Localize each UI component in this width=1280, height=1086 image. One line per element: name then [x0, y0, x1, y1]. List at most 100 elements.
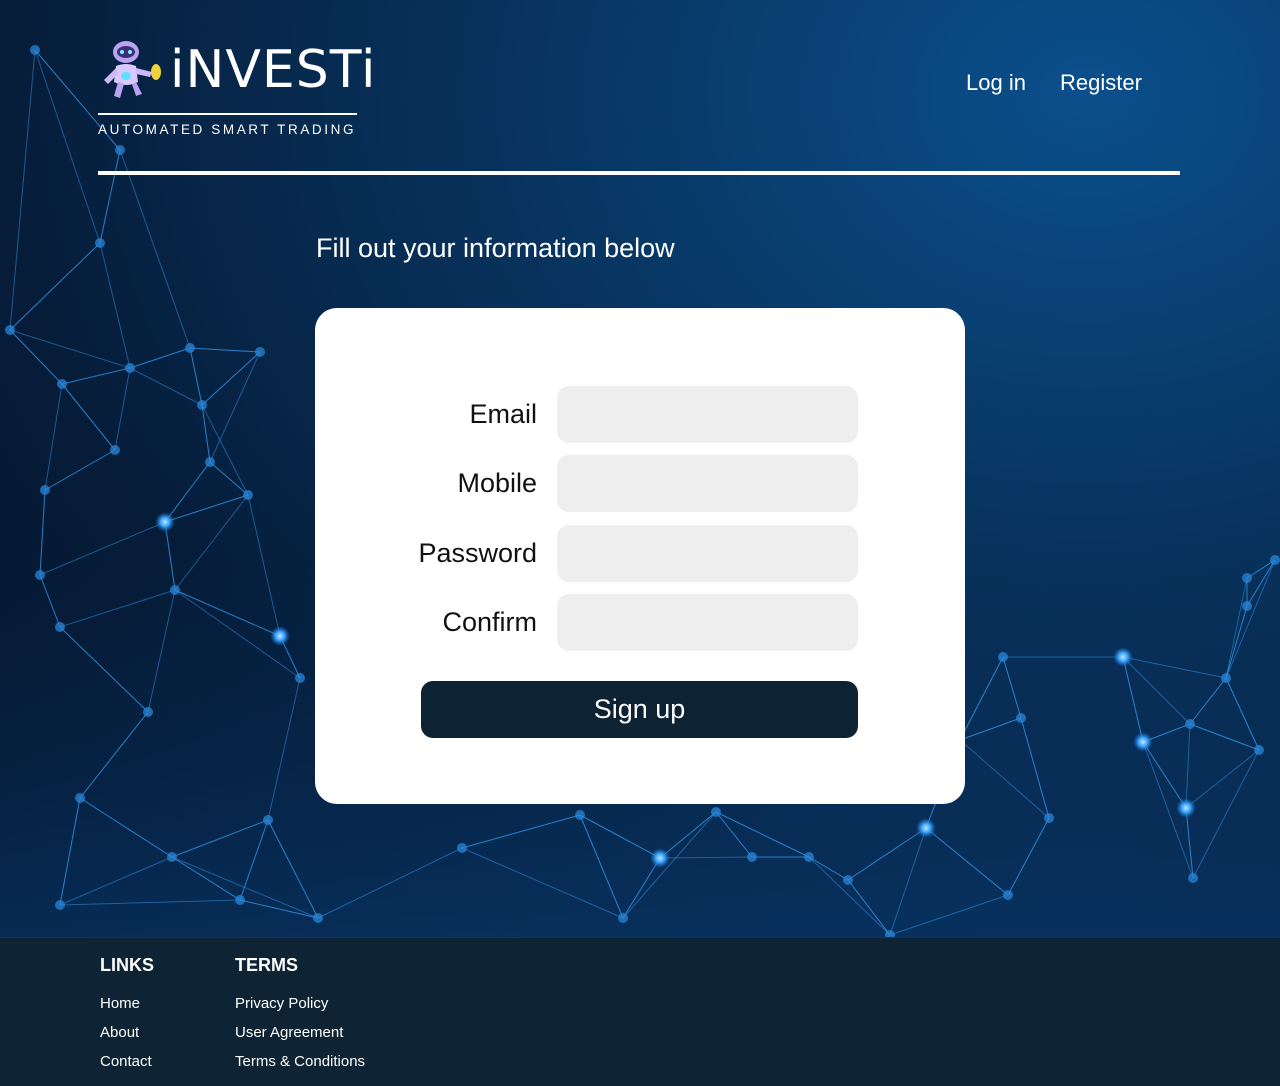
network-edge [164, 494, 249, 523]
network-node [313, 913, 323, 923]
signup-button[interactable]: Sign up [421, 681, 858, 738]
network-node [197, 400, 207, 410]
network-node [35, 570, 45, 580]
network-edge [44, 449, 116, 491]
network-node [618, 913, 628, 923]
brand-name: iNVESTi [170, 40, 377, 100]
network-node [1254, 745, 1264, 755]
network-node [998, 652, 1008, 662]
network-node [747, 852, 757, 862]
footer-terms-heading: TERMS [235, 955, 298, 975]
network-edge [201, 404, 249, 496]
network-node [75, 793, 85, 803]
email-label: Email [469, 399, 537, 429]
brand-tagline: AUTOMATED SMART TRADING [98, 122, 357, 137]
network-edge [34, 49, 101, 244]
network-node [185, 343, 195, 353]
register-link[interactable]: Register [1060, 70, 1142, 96]
network-edge [61, 383, 116, 451]
network-node [170, 585, 180, 595]
header-divider [98, 171, 1180, 175]
footer-link-privacy-policy[interactable]: Privacy Policy [235, 995, 365, 1013]
network-edge [201, 351, 261, 406]
mobile-label: Mobile [457, 468, 537, 498]
network-node [1221, 673, 1231, 683]
network-node [235, 895, 245, 905]
network-edge [164, 461, 211, 523]
network-edge [9, 49, 36, 331]
network-node [263, 815, 273, 825]
network-node [143, 707, 153, 717]
footer-link-home[interactable]: Home [100, 995, 154, 1013]
network-node [295, 673, 305, 683]
network-node [270, 626, 290, 646]
footer-terms-column: TERMS Privacy Policy User Agreement Term… [235, 954, 365, 1082]
network-node [804, 852, 814, 862]
network-edge [114, 367, 131, 451]
network-node [125, 363, 135, 373]
network-node [95, 238, 105, 248]
network-node [1044, 813, 1054, 823]
network-node [457, 843, 467, 853]
network-node [1188, 873, 1198, 883]
network-node [205, 457, 215, 467]
signup-form: Email Mobile Password Confirm Sign up [315, 308, 965, 804]
network-node [650, 848, 670, 868]
logo-divider [98, 113, 357, 115]
network-node [255, 347, 265, 357]
network-node [1242, 601, 1252, 611]
confirm-password-label: Confirm [442, 607, 537, 637]
network-node [843, 875, 853, 885]
network-node [110, 445, 120, 455]
network-node [5, 325, 15, 335]
network-node [1185, 719, 1195, 729]
footer-links-heading: LINKS [100, 955, 154, 975]
footer-links-column: LINKS Home About Contact [100, 954, 154, 1082]
network-node [57, 379, 67, 389]
network-edge [189, 347, 261, 353]
password-label: Password [418, 538, 537, 568]
network-node [30, 45, 40, 55]
confirm-password-field[interactable] [557, 594, 858, 651]
footer-link-user-agreement[interactable]: User Agreement [235, 1024, 365, 1042]
network-node [1133, 732, 1153, 752]
network-node [1016, 713, 1026, 723]
network-node [1003, 890, 1013, 900]
network-edge [209, 461, 249, 496]
network-edge [44, 383, 63, 491]
login-link[interactable]: Log in [966, 70, 1026, 96]
network-node [1270, 555, 1280, 565]
network-node [711, 807, 721, 817]
network-edge [129, 347, 191, 369]
network-node [55, 622, 65, 632]
network-node [916, 818, 936, 838]
network-edge [209, 351, 261, 463]
network-edge [99, 149, 121, 244]
network-node [243, 490, 253, 500]
network-node [1176, 798, 1196, 818]
email-field[interactable] [557, 386, 858, 443]
network-edge [119, 149, 191, 349]
mobile-field[interactable] [557, 455, 858, 512]
footer-link-about[interactable]: About [100, 1024, 154, 1042]
network-edge [189, 347, 203, 406]
password-field[interactable] [557, 525, 858, 582]
network-edge [9, 242, 101, 331]
network-node [155, 512, 175, 532]
form-intro-heading: Fill out your information below [316, 233, 675, 263]
network-edge [99, 242, 131, 369]
brand-logo[interactable]: iNVESTi AUTOMATED SMART TRADING [98, 34, 375, 144]
footer-link-contact[interactable]: Contact [100, 1053, 154, 1071]
network-node [1113, 647, 1133, 667]
network-edge [129, 367, 203, 406]
network-node [575, 810, 585, 820]
network-node [40, 485, 50, 495]
network-node [115, 145, 125, 155]
network-node [1242, 573, 1252, 583]
network-node [167, 852, 177, 862]
site-footer: LINKS Home About Contact TERMS Privacy P… [0, 937, 1280, 1086]
robot-mascot-icon [104, 41, 161, 98]
network-node [55, 900, 65, 910]
network-edge [61, 367, 131, 385]
footer-link-terms-conditions[interactable]: Terms & Conditions [235, 1053, 365, 1071]
